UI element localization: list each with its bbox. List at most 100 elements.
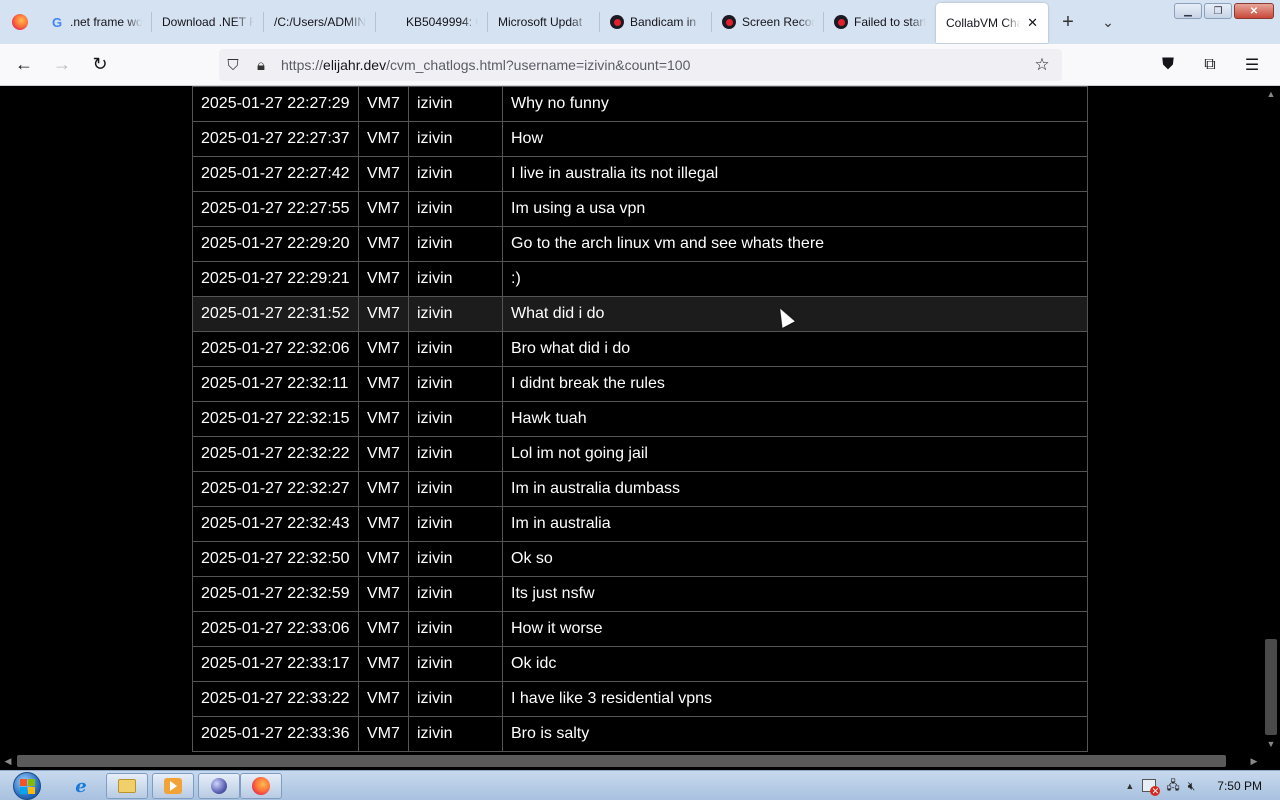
- tracking-protection-shield-icon[interactable]: ⛉: [219, 49, 247, 81]
- timestamp-cell: 2025-01-27 22:29:21: [192, 261, 359, 297]
- taskbar-clock[interactable]: 7:50 PM: [1217, 779, 1262, 793]
- extensions-icon[interactable]: ⧉: [1192, 49, 1228, 81]
- table-row: 2025-01-27 22:27:42 VM7 izivin I live in au…: [192, 156, 1088, 192]
- message-cell: Ok so: [502, 541, 1088, 577]
- username-cell: izivin: [408, 611, 503, 647]
- tab-1[interactable]: Download .NET F: [152, 0, 264, 44]
- tab-3[interactable]: KB5049994: C: [376, 0, 488, 44]
- username-cell: izivin: [408, 261, 503, 297]
- username-cell: izivin: [408, 436, 503, 472]
- tab-5[interactable]: Bandicam in: [600, 0, 712, 44]
- message-cell: Im in australia dumbass: [502, 471, 1088, 507]
- firefox-menu-icon[interactable]: [0, 0, 40, 44]
- table-row: 2025-01-27 22:32:22 VM7 izivin Lol im not g…: [192, 436, 1088, 472]
- bookmark-star-icon[interactable]: ☆: [1028, 49, 1056, 81]
- media-player-icon: [164, 778, 182, 794]
- tab-7[interactable]: Failed to start: [824, 0, 936, 44]
- url-text[interactable]: https://elijahr.dev/cvm_chatlogs.html?us…: [281, 57, 690, 73]
- table-row: 2025-01-27 22:27:55 VM7 izivin Im using a u…: [192, 191, 1088, 227]
- url-host: elijahr.dev: [323, 57, 387, 73]
- horizontal-scroll-thumb[interactable]: [17, 755, 1226, 767]
- tab-4[interactable]: Microsoft Updat: [488, 0, 600, 44]
- message-cell: Why no funny: [502, 86, 1088, 122]
- start-button[interactable]: [6, 771, 48, 800]
- message-cell: What did i do: [502, 296, 1088, 332]
- show-hidden-icons-icon[interactable]: ▲: [1125, 781, 1134, 791]
- message-cell: Hawk tuah: [502, 401, 1088, 437]
- vm-cell: VM7: [358, 121, 409, 157]
- restore-icon[interactable]: ❐: [1204, 3, 1232, 19]
- pocket-icon[interactable]: ⛊: [1150, 49, 1186, 81]
- username-cell: izivin: [408, 471, 503, 507]
- media-player-taskbar-button[interactable]: [152, 773, 194, 799]
- timestamp-cell: 2025-01-27 22:33:36: [192, 716, 359, 752]
- scroll-down-icon[interactable]: ▼: [1262, 736, 1280, 752]
- menu-hamburger-icon[interactable]: ☰: [1234, 49, 1270, 81]
- timestamp-cell: 2025-01-27 22:27:37: [192, 121, 359, 157]
- vertical-scrollbar[interactable]: ▲ ▼: [1262, 86, 1280, 752]
- page-content: 2025-01-27 22:27:29 VM7 izivin Why no funny…: [0, 86, 1262, 752]
- forward-icon[interactable]: →: [44, 49, 80, 81]
- table-row: 2025-01-27 22:32:06 VM7 izivin Bro what did…: [192, 331, 1088, 367]
- vm-cell: VM7: [358, 261, 409, 297]
- reload-icon[interactable]: ↻: [82, 49, 118, 81]
- internet-explorer-icon: e: [75, 775, 87, 797]
- tab-8-active[interactable]: CollabVM Cha ✕: [936, 3, 1048, 43]
- vm-cell: VM7: [358, 156, 409, 192]
- username-cell: izivin: [408, 296, 503, 332]
- app-taskbar-button[interactable]: [198, 773, 240, 799]
- vertical-scroll-thumb[interactable]: [1265, 639, 1277, 735]
- username-cell: izivin: [408, 716, 503, 752]
- username-cell: izivin: [408, 646, 503, 682]
- horizontal-scrollbar[interactable]: ◀ ▶: [0, 752, 1280, 770]
- network-icon[interactable]: 🖧︎: [1166, 776, 1179, 797]
- table-row: 2025-01-27 22:32:59 VM7 izivin Its just nsf…: [192, 576, 1088, 612]
- tab-label: Screen Record: [742, 15, 814, 29]
- message-cell: I didnt break the rules: [502, 366, 1088, 402]
- address-bar[interactable]: ⛉ 🔒︎ https://elijahr.dev/cvm_chatlogs.ht…: [219, 49, 1062, 81]
- url-path: /cvm_chatlogs.html?username=izivin&count…: [386, 57, 691, 73]
- internet-explorer-taskbar-button[interactable]: e: [60, 773, 102, 799]
- list-all-tabs-icon[interactable]: ⌄: [1088, 0, 1128, 44]
- timestamp-cell: 2025-01-27 22:27:29: [192, 86, 359, 122]
- table-row: 2025-01-27 22:33:36 VM7 izivin Bro is salty: [192, 716, 1088, 752]
- close-tab-icon[interactable]: ✕: [1027, 15, 1038, 31]
- username-cell: izivin: [408, 331, 503, 367]
- table-row: 2025-01-27 22:31:52 VM7 izivin What did i d…: [192, 296, 1088, 332]
- message-cell: Ok idc: [502, 646, 1088, 682]
- volume-muted-icon[interactable]: 🔇︎: [1188, 779, 1196, 794]
- new-tab-button[interactable]: +: [1048, 0, 1088, 44]
- username-cell: izivin: [408, 681, 503, 717]
- vm-cell: VM7: [358, 226, 409, 262]
- tab-6[interactable]: Screen Record: [712, 0, 824, 44]
- google-icon: G: [51, 14, 63, 30]
- firefox-taskbar-button[interactable]: [240, 773, 282, 799]
- table-row: 2025-01-27 22:29:20 VM7 izivin Go to the ar…: [192, 226, 1088, 262]
- tab-label: Failed to start: [854, 15, 926, 29]
- message-cell: Im in australia: [502, 506, 1088, 542]
- username-cell: izivin: [408, 401, 503, 437]
- vm-cell: VM7: [358, 681, 409, 717]
- username-cell: izivin: [408, 226, 503, 262]
- table-row: 2025-01-27 22:27:29 VM7 izivin Why no funny: [192, 86, 1088, 122]
- action-center-flag-icon[interactable]: [1142, 779, 1161, 796]
- close-window-icon[interactable]: ✕: [1234, 3, 1274, 19]
- scroll-up-icon[interactable]: ▲: [1262, 86, 1280, 102]
- message-cell: Im using a usa vpn: [502, 191, 1088, 227]
- scroll-left-icon[interactable]: ◀: [0, 752, 16, 770]
- timestamp-cell: 2025-01-27 22:31:52: [192, 296, 359, 332]
- taskbar: e ▲ 🖧︎ 🔇︎ 7:50 PM: [0, 770, 1280, 800]
- firefox-icon: [252, 777, 270, 795]
- tab-2[interactable]: /C:/Users/ADMIN: [264, 0, 376, 44]
- timestamp-cell: 2025-01-27 22:32:15: [192, 401, 359, 437]
- file-explorer-taskbar-button[interactable]: [106, 773, 148, 799]
- minimize-icon[interactable]: ▁: [1174, 3, 1202, 19]
- record-icon: [722, 15, 736, 29]
- tab-0[interactable]: G .net frame wo: [40, 0, 152, 44]
- scroll-right-icon[interactable]: ▶: [1246, 752, 1262, 770]
- back-icon[interactable]: ←: [6, 49, 42, 81]
- username-cell: izivin: [408, 541, 503, 577]
- lock-icon[interactable]: 🔒︎: [247, 49, 275, 81]
- table-row: 2025-01-27 22:29:21 VM7 izivin:): [192, 261, 1088, 297]
- vm-cell: VM7: [358, 576, 409, 612]
